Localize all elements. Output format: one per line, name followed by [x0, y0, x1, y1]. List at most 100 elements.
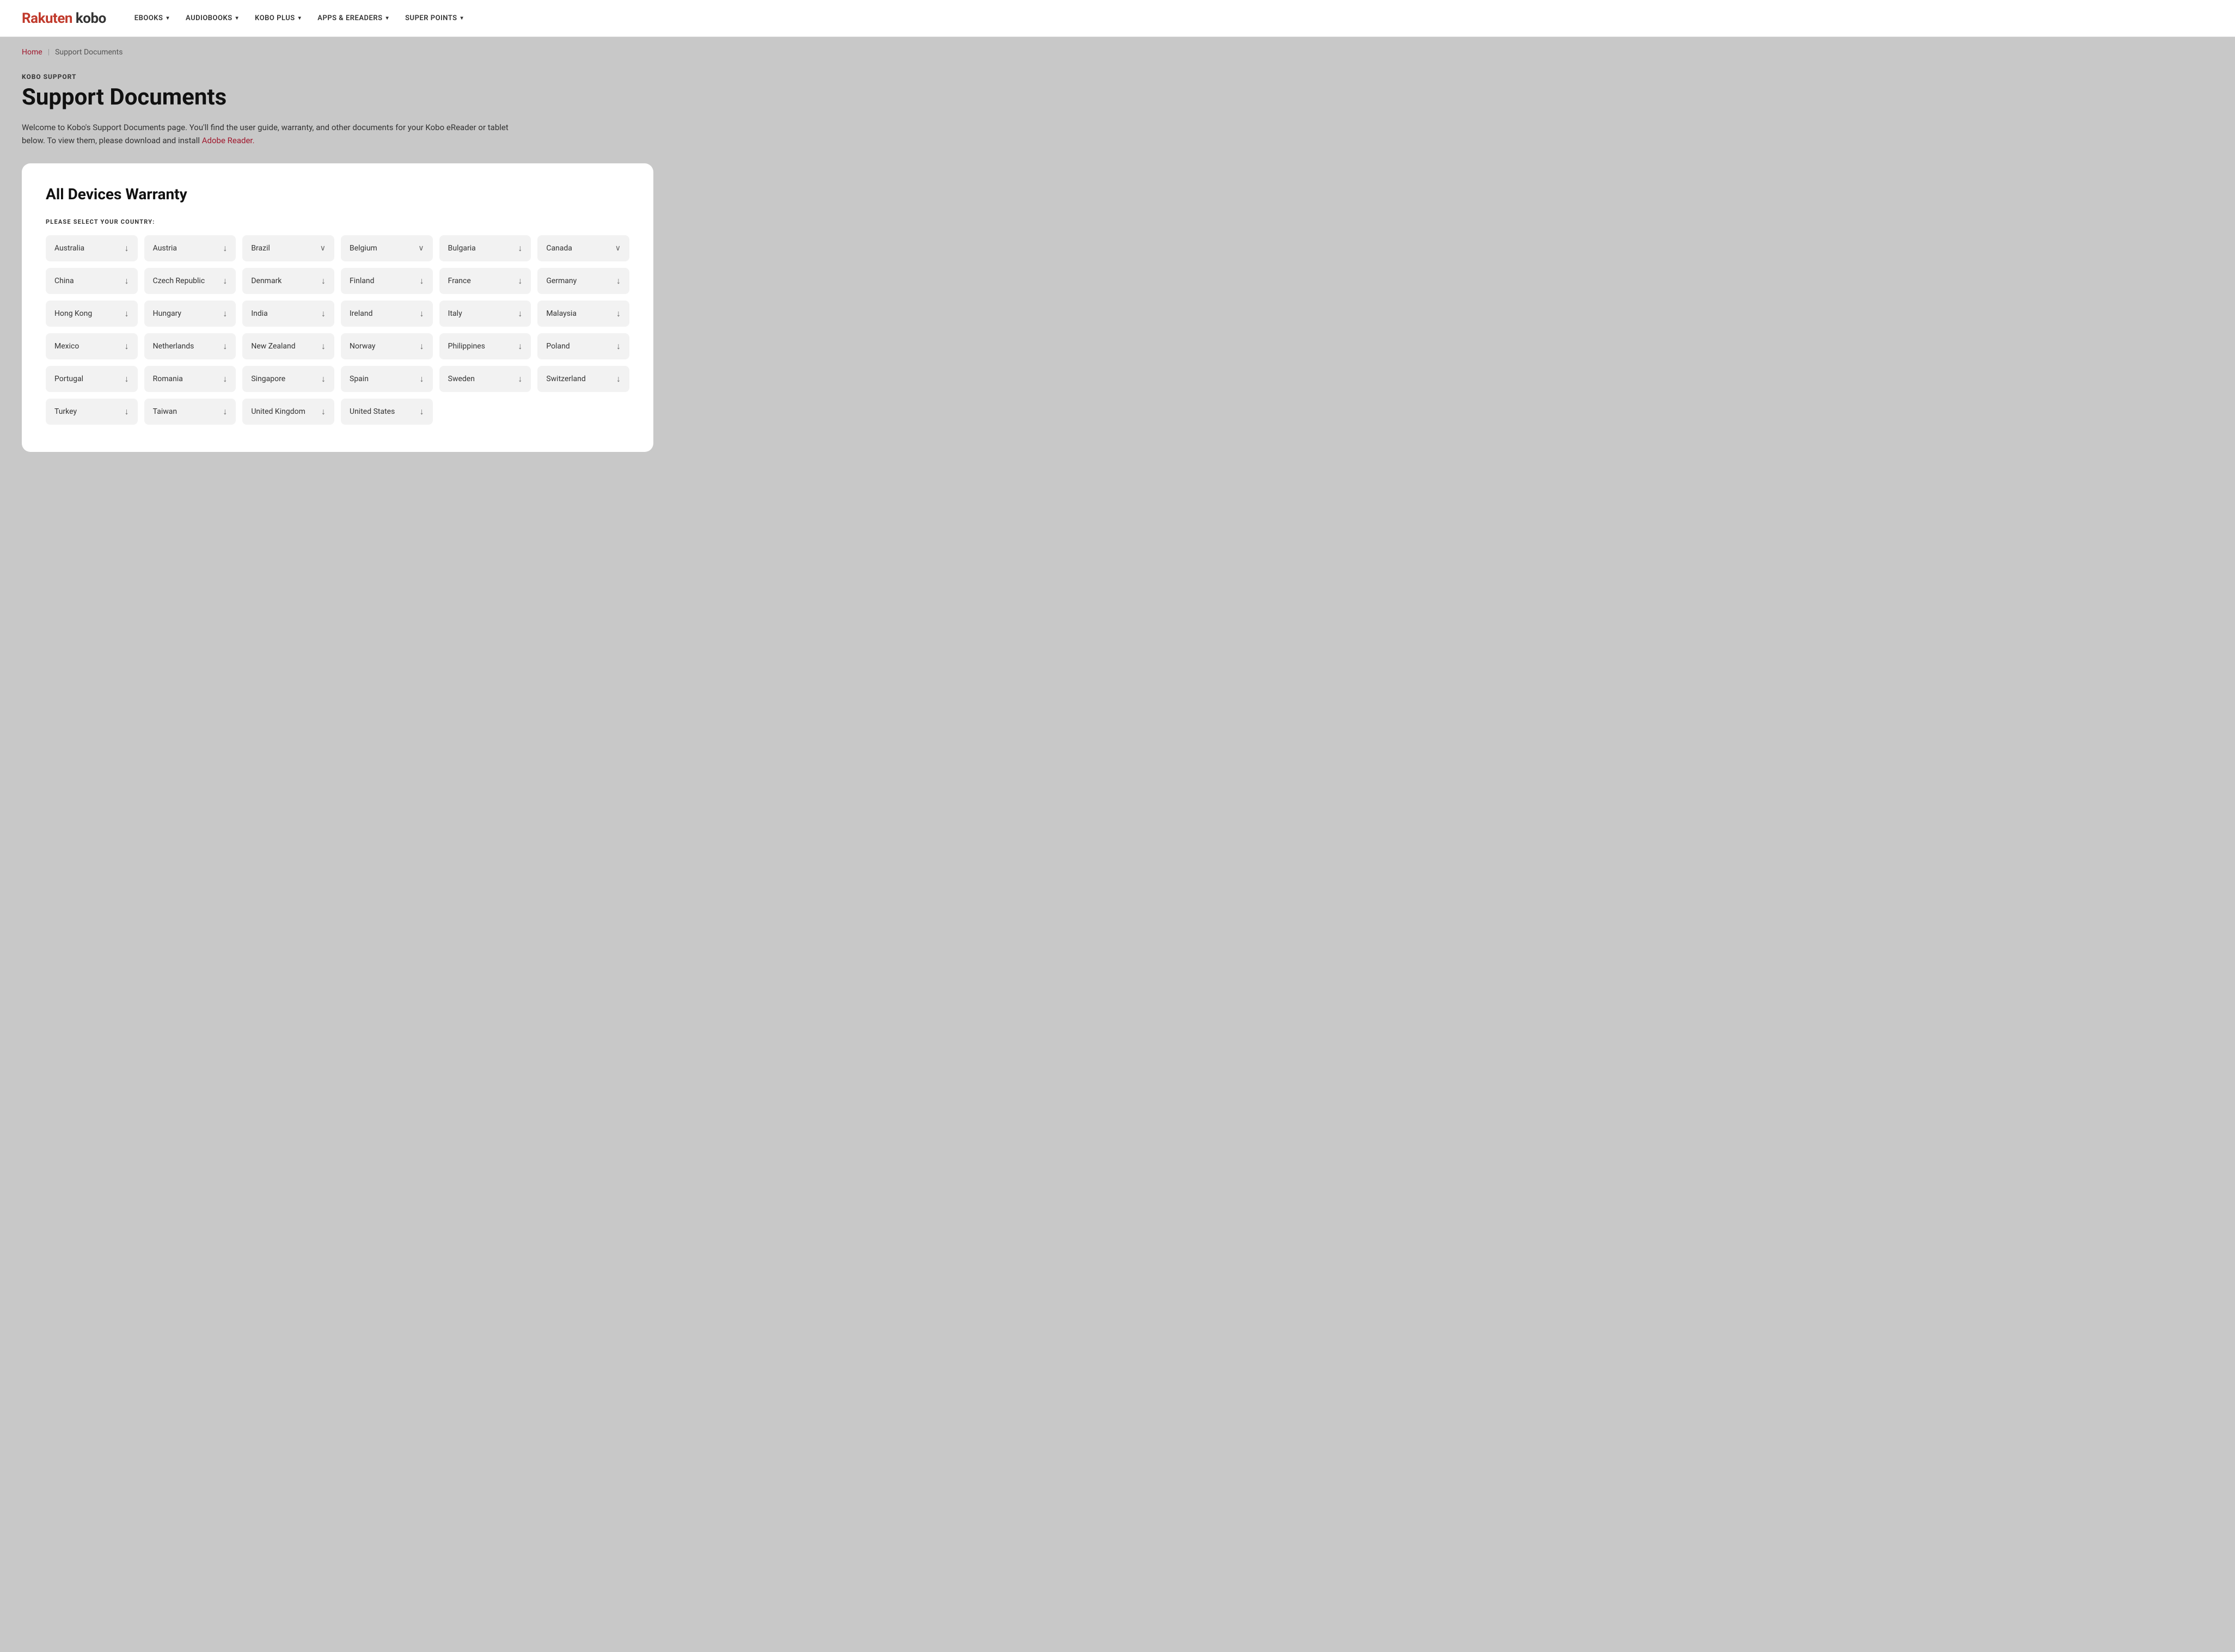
country-button-france[interactable]: France↓ — [439, 268, 531, 294]
chevron-down-icon: ▾ — [166, 15, 169, 21]
country-button-switzerland[interactable]: Switzerland↓ — [537, 366, 629, 392]
country-name: Spain — [350, 375, 369, 383]
country-button-philippines[interactable]: Philippines↓ — [439, 333, 531, 359]
country-name: Malaysia — [546, 309, 577, 318]
breadcrumb-home-link[interactable]: Home — [22, 48, 42, 57]
country-name: Norway — [350, 342, 376, 351]
download-icon: ↓ — [518, 374, 522, 384]
country-button-china[interactable]: China ↓ — [46, 268, 138, 294]
country-button-portugal[interactable]: Portugal↓ — [46, 366, 138, 392]
country-name: Hungary — [153, 309, 181, 318]
country-name: India — [251, 309, 267, 318]
country-name: Czech Republic — [153, 277, 205, 285]
chevron-down-icon: ▾ — [298, 15, 302, 21]
nav-label: SUPER POINTS — [405, 14, 457, 22]
card-title: All Devices Warranty — [46, 185, 629, 203]
country-button-australia[interactable]: Australia↓ — [46, 235, 138, 261]
country-button-belgium[interactable]: Belgium∨ — [341, 235, 433, 261]
chevron-down-icon: ▾ — [386, 15, 389, 21]
country-button-spain[interactable]: Spain ↓ — [341, 366, 433, 392]
download-icon: ↓ — [321, 374, 326, 384]
country-name: Singapore — [251, 375, 285, 383]
download-icon: ↓ — [420, 341, 424, 352]
country-button-new-zealand[interactable]: New Zealand↓ — [242, 333, 334, 359]
nav-item-kobo-plus[interactable]: KOBO PLUS▾ — [248, 10, 308, 27]
country-name: Philippines — [448, 342, 485, 351]
download-icon: ↓ — [223, 406, 227, 417]
nav-item-ebooks[interactable]: eBOOKS▾ — [128, 10, 176, 27]
download-icon: ↓ — [125, 308, 129, 319]
country-button-denmark[interactable]: Denmark ↓ — [242, 268, 334, 294]
download-icon: ↓ — [420, 374, 424, 384]
download-icon: ↓ — [616, 341, 621, 352]
download-icon: ↓ — [223, 276, 227, 286]
page-title: Support Documents — [22, 85, 2213, 110]
nav-label: eBOOKS — [134, 14, 163, 22]
download-icon: ↓ — [420, 276, 424, 286]
country-name: Portugal — [54, 375, 83, 383]
country-button-finland[interactable]: Finland ↓ — [341, 268, 433, 294]
country-button-netherlands[interactable]: Netherlands↓ — [144, 333, 236, 359]
chevron-down-icon: ∨ — [418, 244, 424, 253]
country-button-united-kingdom[interactable]: United Kingdom ↓ — [242, 399, 334, 425]
country-button-bulgaria[interactable]: Bulgaria↓ — [439, 235, 531, 261]
country-button-czech-republic[interactable]: Czech Republic ↓ — [144, 268, 236, 294]
country-button-malaysia[interactable]: Malaysia↓ — [537, 301, 629, 327]
site-header: Rakuten kobo eBOOKS▾AUDIOBOOKS▾KOBO PLUS… — [0, 0, 2235, 37]
country-button-united-states[interactable]: United States↓ — [341, 399, 433, 425]
country-name: China — [54, 277, 74, 285]
adobe-reader-link[interactable]: Adobe Reader. — [202, 136, 255, 145]
chevron-down-icon: ∨ — [320, 244, 326, 253]
country-button-austria[interactable]: Austria↓ — [144, 235, 236, 261]
country-button-hungary[interactable]: Hungary↓ — [144, 301, 236, 327]
download-icon: ↓ — [420, 406, 424, 417]
country-button-italy[interactable]: Italy↓ — [439, 301, 531, 327]
section-label: KOBO SUPPORT — [22, 73, 2213, 81]
country-name: United Kingdom — [251, 407, 305, 416]
nav-item-audiobooks[interactable]: AUDIOBOOKS ▾ — [179, 10, 245, 27]
page-description: Welcome to Kobo's Support Documents page… — [22, 121, 512, 147]
country-name: Taiwan — [153, 407, 177, 416]
chevron-down-icon: ▾ — [236, 15, 239, 21]
country-button-sweden[interactable]: Sweden↓ — [439, 366, 531, 392]
country-button-norway[interactable]: Norway ↓ — [341, 333, 433, 359]
country-button-singapore[interactable]: Singapore ↓ — [242, 366, 334, 392]
country-name: Hong Kong — [54, 309, 92, 318]
country-button-mexico[interactable]: Mexico↓ — [46, 333, 138, 359]
country-button-ireland[interactable]: Ireland↓ — [341, 301, 433, 327]
country-name: Australia — [54, 244, 84, 253]
country-name: Italy — [448, 309, 462, 318]
download-icon: ↓ — [321, 276, 326, 286]
country-button-germany[interactable]: Germany ↓ — [537, 268, 629, 294]
download-icon: ↓ — [125, 276, 129, 286]
nav-item-apps---ereaders[interactable]: APPS & eREADERS ▾ — [311, 10, 395, 27]
nav-label: APPS & eREADERS — [317, 14, 382, 22]
download-icon: ↓ — [616, 276, 621, 286]
main-content: KOBO SUPPORT Support Documents Welcome t… — [0, 68, 2235, 485]
country-name: Brazil — [251, 244, 270, 253]
chevron-down-icon: ∨ — [615, 244, 621, 253]
country-button-romania[interactable]: Romania↓ — [144, 366, 236, 392]
country-name: Denmark — [251, 277, 281, 285]
country-button-hong-kong[interactable]: Hong Kong ↓ — [46, 301, 138, 327]
nav-label: AUDIOBOOKS — [186, 14, 232, 22]
country-select-label: PLEASE SELECT YOUR COUNTRY: — [46, 218, 629, 225]
download-icon: ↓ — [321, 406, 326, 417]
page-desc-text: Welcome to Kobo's Support Documents page… — [22, 123, 509, 145]
download-icon: ↓ — [321, 341, 326, 352]
logo[interactable]: Rakuten kobo — [22, 10, 106, 27]
country-name: Austria — [153, 244, 177, 253]
download-icon: ↓ — [223, 374, 227, 384]
country-button-brazil[interactable]: Brazil ∨ — [242, 235, 334, 261]
country-button-canada[interactable]: Canada∨ — [537, 235, 629, 261]
country-name: Finland — [350, 277, 375, 285]
country-name: Germany — [546, 277, 577, 285]
breadcrumb-separator: | — [48, 48, 50, 57]
country-name: Bulgaria — [448, 244, 476, 253]
country-button-poland[interactable]: Poland↓ — [537, 333, 629, 359]
nav-item-super-points[interactable]: SUPER POINTS▾ — [399, 10, 470, 27]
warranty-card: All Devices Warranty PLEASE SELECT YOUR … — [22, 163, 653, 452]
country-button-taiwan[interactable]: Taiwan ↓ — [144, 399, 236, 425]
country-button-turkey[interactable]: Turkey↓ — [46, 399, 138, 425]
country-button-india[interactable]: India↓ — [242, 301, 334, 327]
